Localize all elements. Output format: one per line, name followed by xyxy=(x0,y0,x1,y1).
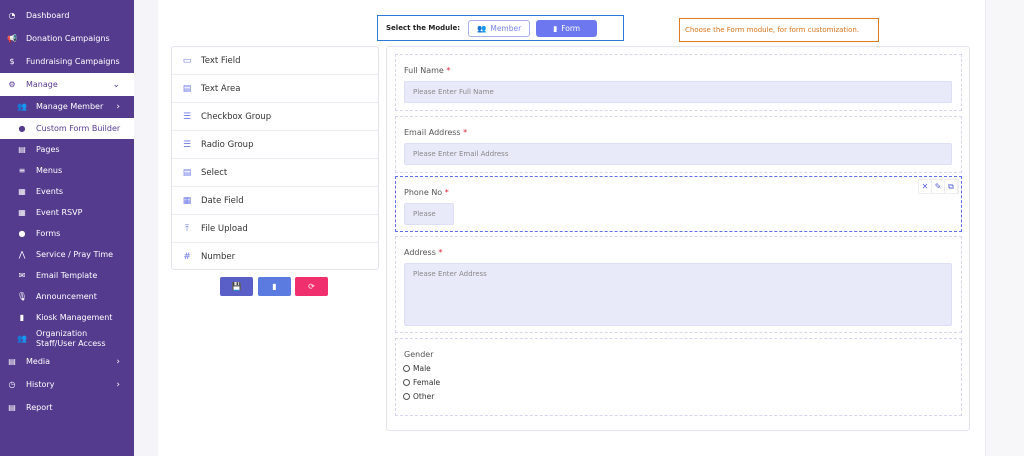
clock-icon: ◷ xyxy=(8,380,16,389)
field-address[interactable]: Address * Please Enter Address xyxy=(395,236,962,333)
palette-item-number[interactable]: # Number xyxy=(172,243,378,271)
right-gutter xyxy=(985,0,1024,456)
upload-icon: ⤒ xyxy=(185,223,189,234)
chevron-right-icon: › xyxy=(116,356,120,367)
save-button[interactable]: 💾 xyxy=(220,277,253,296)
palette-item-date-field[interactable]: ▦ Date Field xyxy=(172,187,378,215)
sidebar-item-manage[interactable]: ⚙ Manage ⌄ xyxy=(0,73,134,96)
sidebar-item-service-pray-time[interactable]: ⋀ Service / Pray Time xyxy=(0,244,134,265)
module-label: Select the Module: xyxy=(386,24,461,32)
bookmark-icon: ▮ xyxy=(19,313,25,322)
sidebar-item-report[interactable]: ▤ Report xyxy=(0,397,134,418)
radio-other[interactable]: Other xyxy=(403,392,961,401)
field-gender[interactable]: Gender Male Female Other xyxy=(395,338,962,416)
sidebar-item-kiosk-management[interactable]: ▮ Kiosk Management xyxy=(0,307,134,328)
sidebar: ◔ Dashboard 📢 Donation Campaigns $ Fundrais… xyxy=(0,0,134,456)
radio-list-icon: ☰ xyxy=(182,139,192,150)
close-icon[interactable]: ✕ xyxy=(919,180,932,193)
chevron-right-icon: › xyxy=(116,379,120,390)
calendar-icon: ▦ xyxy=(18,187,26,196)
full-name-input[interactable]: Please Enter Full Name xyxy=(404,81,952,103)
field-email[interactable]: Email Address * Please Enter Email Addre… xyxy=(395,116,962,173)
select-icon: ▤ xyxy=(182,167,192,178)
file-icon: ▤ xyxy=(8,357,16,366)
sidebar-item-custom-form-builder[interactable]: ● Custom Form Builder xyxy=(0,118,134,139)
sidebar-item-organization-staff[interactable]: 👥 Organization Staff/User Access xyxy=(0,328,134,350)
palette-item-file-upload[interactable]: ⤒ File Upload xyxy=(172,215,378,243)
text-field-icon: ▭ xyxy=(182,55,192,66)
phone-input[interactable]: Please xyxy=(404,203,454,225)
calendar-icon: ▦ xyxy=(18,208,26,217)
email-input[interactable]: Please Enter Email Address xyxy=(404,143,952,165)
sidebar-item-announcement[interactable]: 🎙 Announcement xyxy=(0,286,134,307)
megaphone-icon: 📢 xyxy=(7,34,17,43)
calendar-icon: ▦ xyxy=(182,195,192,206)
pray-icon: ⋀ xyxy=(18,250,26,259)
chevron-down-icon: ⌄ xyxy=(112,79,120,90)
sidebar-item-fundraising-campaigns[interactable]: $ Fundraising Campaigns xyxy=(0,51,134,72)
sidebar-item-forms[interactable]: ● Forms xyxy=(0,223,134,244)
palette-item-checkbox-group[interactable]: ☰ Checkbox Group xyxy=(172,103,378,131)
gear-icon: ⚙ xyxy=(8,80,16,89)
preview-button[interactable]: ▮ xyxy=(258,277,291,296)
copy-icon[interactable]: ⧉ xyxy=(945,180,958,193)
sidebar-item-email-template[interactable]: ✉ Email Template xyxy=(0,265,134,286)
users-icon: 👥 xyxy=(17,102,27,111)
user-icon: ● xyxy=(18,229,26,238)
sidebar-item-events[interactable]: ▦ Events xyxy=(0,181,134,202)
checkbox-list-icon: ☰ xyxy=(182,111,192,122)
address-textarea[interactable]: Please Enter Address xyxy=(404,263,952,326)
palette-item-text-area[interactable]: ▤ Text Area xyxy=(172,75,378,103)
field-toolbar: ✕ ✎ ⧉ xyxy=(918,179,959,194)
sidebar-item-manage-member[interactable]: 👥 Manage Member › xyxy=(0,96,134,117)
sidebar-item-pages[interactable]: ▤ Pages xyxy=(0,139,134,160)
field-palette: ▭ Text Field ▤ Text Area ☰ Checkbox Group ☰… xyxy=(171,46,379,270)
radio-male[interactable]: Male xyxy=(403,364,961,373)
hash-icon: # xyxy=(183,252,191,262)
users-icon: 👥 xyxy=(17,334,27,343)
page-icon: ▤ xyxy=(18,145,26,154)
save-icon: 💾 xyxy=(231,282,242,291)
palette-item-text-field[interactable]: ▭ Text Field xyxy=(172,47,378,75)
file-icon: ▮ xyxy=(272,282,277,291)
reset-button[interactable]: ⟳ xyxy=(295,277,328,296)
radio-female[interactable]: Female xyxy=(403,378,961,387)
file-icon: ▮ xyxy=(553,23,558,33)
sidebar-item-donation-campaigns[interactable]: 📢 Donation Campaigns xyxy=(0,28,134,49)
sidebar-item-media[interactable]: ▤ Media › xyxy=(0,351,134,372)
report-icon: ▤ xyxy=(8,403,16,412)
sidebar-item-menus[interactable]: ≡ Menus xyxy=(0,160,134,181)
field-phone[interactable]: Phone No * Please ✕ ✎ ⧉ xyxy=(395,176,962,232)
user-icon: ● xyxy=(18,124,26,133)
chevron-right-icon: › xyxy=(116,101,120,112)
member-module-button[interactable]: 👥 Member xyxy=(468,19,531,37)
fundraising-icon: $ xyxy=(9,57,15,66)
menu-icon: ≡ xyxy=(18,166,26,175)
edit-icon[interactable]: ✎ xyxy=(932,180,945,193)
dashboard-icon: ◔ xyxy=(8,11,16,20)
refresh-icon: ⟳ xyxy=(308,282,315,291)
text-area-icon: ▤ xyxy=(182,83,192,94)
palette-item-select[interactable]: ▤ Select xyxy=(172,159,378,187)
microphone-icon: 🎙 xyxy=(16,292,28,301)
envelope-icon: ✉ xyxy=(18,271,26,280)
sidebar-item-history[interactable]: ◷ History › xyxy=(0,374,134,395)
users-icon: 👥 xyxy=(477,23,487,33)
palette-item-radio-group[interactable]: ☰ Radio Group xyxy=(172,131,378,159)
hint-callout: Choose the Form module, for form customi… xyxy=(679,18,879,42)
field-full-name[interactable]: Full Name * Please Enter Full Name xyxy=(395,54,962,111)
module-selector: Select the Module: 👥 Member ▮ Form xyxy=(377,15,624,41)
sidebar-item-event-rsvp[interactable]: ▦ Event RSVP xyxy=(0,202,134,223)
form-module-button[interactable]: ▮ Form xyxy=(536,19,598,37)
sidebar-item-dashboard[interactable]: ◔ Dashboard xyxy=(0,5,134,26)
